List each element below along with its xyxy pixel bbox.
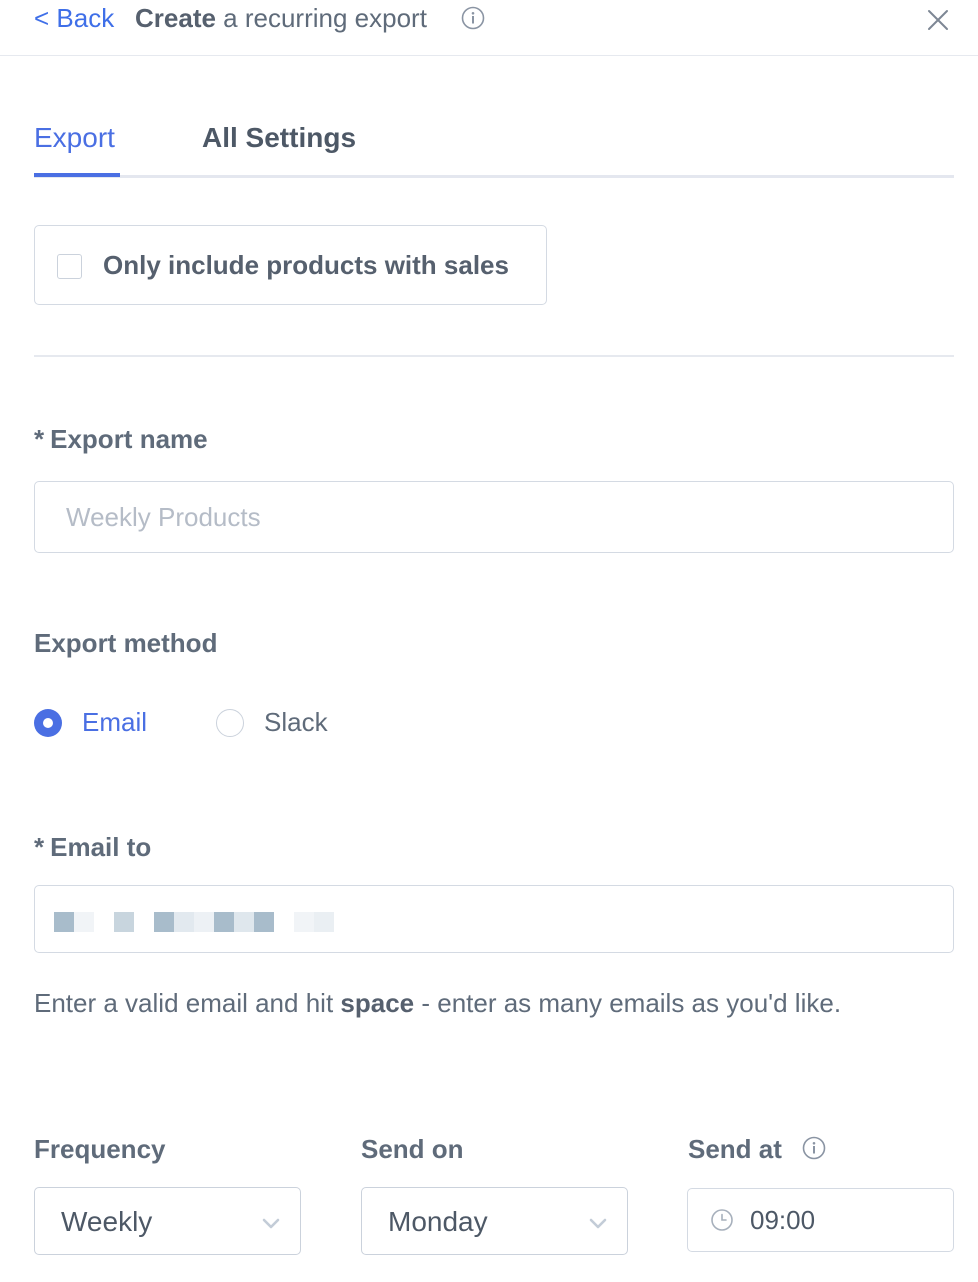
- info-icon[interactable]: [802, 1136, 826, 1160]
- back-link[interactable]: < Back: [34, 2, 114, 34]
- only-sales-checkbox[interactable]: [57, 254, 82, 279]
- send-on-label: Send on: [361, 1134, 464, 1164]
- export-name-label-text: Export name: [50, 424, 208, 454]
- active-tab-indicator: [34, 173, 120, 177]
- send-at-time-picker[interactable]: 09:00: [687, 1188, 954, 1252]
- email-to-label-text: Email to: [50, 832, 152, 862]
- close-icon[interactable]: [926, 8, 950, 32]
- send-on-value: Monday: [388, 1206, 488, 1237]
- clock-icon: [711, 1209, 733, 1231]
- radio-email-label[interactable]: Email: [82, 705, 147, 739]
- email-to-label: * Email to: [34, 830, 151, 864]
- only-sales-label: Only include products with sales: [103, 250, 509, 280]
- export-method-label: Export method: [34, 628, 218, 658]
- chevron-down-icon: [589, 1218, 607, 1229]
- helper-text-after: - enter as many emails as you'd like.: [414, 988, 842, 1018]
- send-on-select[interactable]: Monday: [361, 1187, 628, 1255]
- tab-all-settings[interactable]: All Settings: [202, 120, 356, 156]
- required-mark: *: [34, 424, 45, 454]
- frequency-value: Weekly: [61, 1206, 153, 1237]
- radio-slack-label[interactable]: Slack: [264, 705, 328, 739]
- modal-header: < Back Create a recurring export: [0, 0, 978, 56]
- export-name-label: * Export name: [34, 422, 208, 456]
- tab-export[interactable]: Export: [34, 120, 115, 156]
- email-helper-text: Enter a valid email and hit space - ente…: [34, 985, 841, 1021]
- frequency-select[interactable]: Weekly: [34, 1187, 301, 1255]
- section-divider: [34, 355, 954, 357]
- required-mark: *: [34, 832, 45, 862]
- helper-text-bold: space: [340, 988, 415, 1018]
- info-icon[interactable]: [461, 6, 485, 30]
- frequency-label: Frequency: [34, 1134, 166, 1164]
- radio-slack[interactable]: [216, 709, 244, 737]
- modal-title: Create a recurring export: [135, 2, 427, 34]
- redacted-email: [54, 912, 334, 932]
- export-name-input[interactable]: [34, 481, 954, 553]
- helper-text-before: Enter a valid email and hit: [34, 988, 341, 1018]
- only-sales-option[interactable]: Only include products with sales: [34, 225, 547, 305]
- chevron-down-icon: [262, 1218, 280, 1229]
- title-rest: a recurring export: [215, 3, 427, 33]
- send-at-value: 09:00: [750, 1205, 816, 1235]
- tab-bar: Export All Settings: [34, 110, 954, 178]
- radio-email[interactable]: [34, 709, 62, 737]
- title-bold: Create: [135, 3, 216, 33]
- send-at-label: Send at: [688, 1134, 782, 1164]
